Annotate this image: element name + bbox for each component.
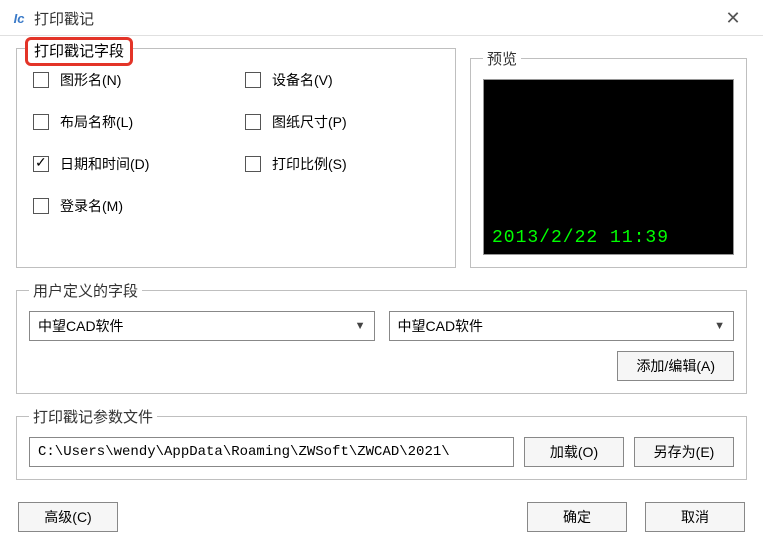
stamp-field-checkbox[interactable]: 设备名(V) bbox=[241, 69, 443, 91]
titlebar: Ic 打印戳记 ✕ bbox=[0, 0, 763, 36]
dialog-content: 打印戳记字段 图形名(N) 设备名(V) 布局名称(L) 图纸尺寸(P) 日期和时间(D… bbox=[0, 36, 763, 542]
checkbox-label: 图纸尺寸(P) bbox=[272, 112, 347, 132]
checkbox-label: 设备名(V) bbox=[272, 70, 333, 90]
cancel-button[interactable]: 取消 bbox=[645, 502, 745, 532]
save-as-button[interactable]: 另存为(E) bbox=[634, 437, 734, 467]
chevron-down-icon: ▼ bbox=[714, 320, 725, 332]
checkbox-input[interactable] bbox=[245, 114, 261, 130]
app-icon: Ic bbox=[10, 10, 28, 28]
stamp-fields-group: 打印戳记字段 图形名(N)设备名(V)布局名称(L)图纸尺寸(P)日期和时间(D… bbox=[16, 48, 456, 268]
user-field-combo-2-value: 中望CAD软件 bbox=[398, 316, 484, 336]
checkbox-input[interactable] bbox=[245, 156, 261, 172]
checkbox-label: 日期和时间(D) bbox=[60, 154, 149, 174]
window-title: 打印戳记 bbox=[34, 8, 713, 29]
user-field-combo-2[interactable]: 中望CAD软件 ▼ bbox=[389, 311, 735, 341]
stamp-field-checkbox[interactable]: 图纸尺寸(P) bbox=[241, 111, 443, 133]
checkbox-label: 布局名称(L) bbox=[60, 112, 133, 132]
stamp-field-checkbox[interactable]: 日期和时间(D) bbox=[29, 153, 231, 175]
checkbox-label: 打印比例(S) bbox=[272, 154, 347, 174]
close-icon[interactable]: ✕ bbox=[713, 5, 753, 33]
user-defined-group: 用户定义的字段 中望CAD软件 ▼ 中望CAD软件 ▼ 添加/编辑(A) bbox=[16, 280, 747, 394]
user-field-combo-1-value: 中望CAD软件 bbox=[38, 316, 124, 336]
param-file-path-input[interactable] bbox=[29, 437, 514, 467]
add-edit-button[interactable]: 添加/编辑(A) bbox=[617, 351, 734, 381]
checkbox-label: 图形名(N) bbox=[60, 70, 121, 90]
param-file-legend: 打印戳记参数文件 bbox=[29, 406, 157, 427]
checkbox-input[interactable] bbox=[33, 114, 49, 130]
ok-button[interactable]: 确定 bbox=[527, 502, 627, 532]
stamp-field-checkbox[interactable]: 图形名(N) bbox=[29, 69, 231, 91]
stamp-field-checkbox[interactable]: 布局名称(L) bbox=[29, 111, 231, 133]
param-file-group: 打印戳记参数文件 加载(O) 另存为(E) bbox=[16, 406, 747, 480]
user-defined-legend: 用户定义的字段 bbox=[29, 280, 142, 301]
advanced-button[interactable]: 高级(C) bbox=[18, 502, 118, 532]
stamp-fields-legend: 打印戳记字段 bbox=[25, 37, 133, 66]
checkbox-label: 登录名(M) bbox=[60, 196, 123, 216]
load-button[interactable]: 加载(O) bbox=[524, 437, 624, 467]
preview-group: 预览 2013/2/22 11:39 bbox=[470, 48, 747, 268]
chevron-down-icon: ▼ bbox=[355, 320, 366, 332]
stamp-field-checkbox[interactable]: 登录名(M) bbox=[29, 195, 231, 217]
preview-stamp-text: 2013/2/22 11:39 bbox=[492, 228, 669, 248]
user-field-combo-1[interactable]: 中望CAD软件 ▼ bbox=[29, 311, 375, 341]
checkbox-input[interactable] bbox=[33, 72, 49, 88]
stamp-field-checkbox[interactable]: 打印比例(S) bbox=[241, 153, 443, 175]
preview-legend: 预览 bbox=[483, 48, 521, 69]
checkbox-input[interactable] bbox=[33, 156, 49, 172]
checkbox-input[interactable] bbox=[245, 72, 261, 88]
preview-screen: 2013/2/22 11:39 bbox=[483, 79, 734, 255]
checkbox-input[interactable] bbox=[33, 198, 49, 214]
